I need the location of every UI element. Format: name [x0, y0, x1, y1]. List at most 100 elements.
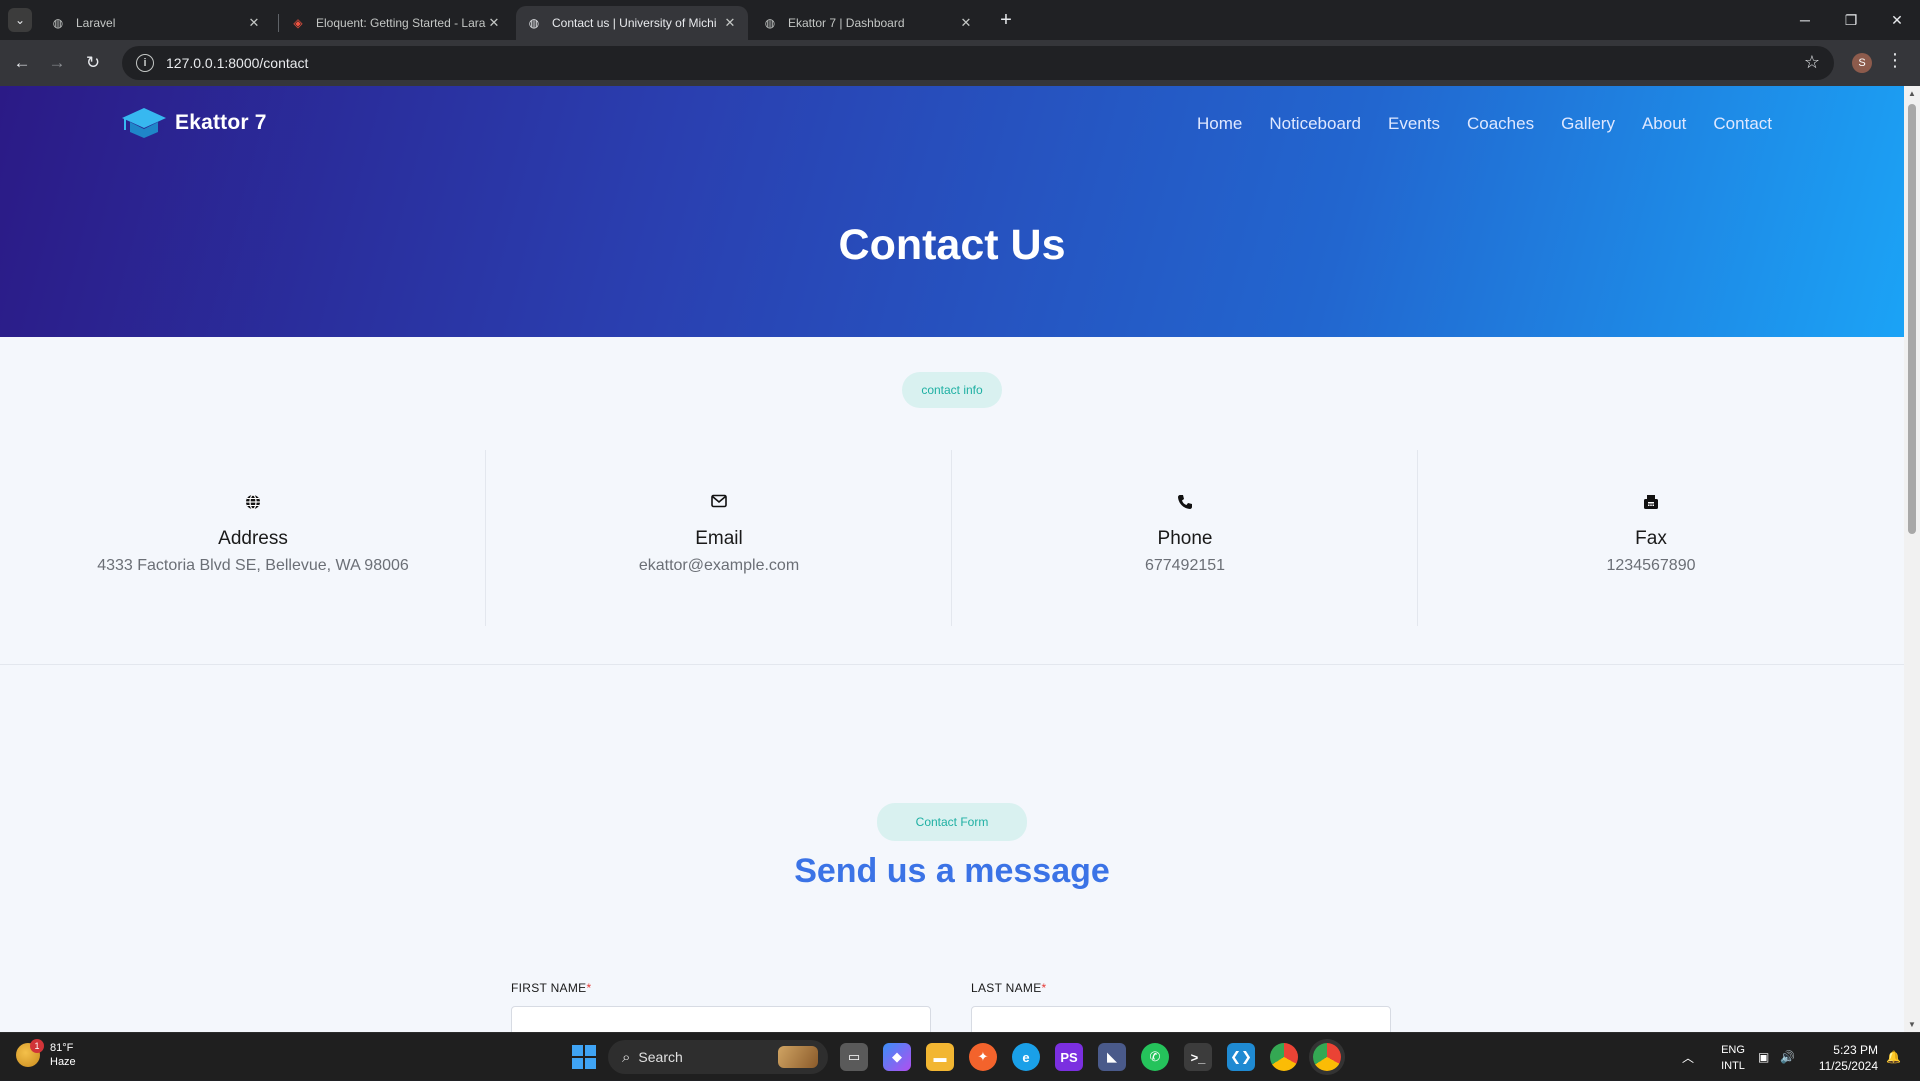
nav-events[interactable]: Events: [1388, 114, 1440, 134]
reload-button[interactable]: ↻: [78, 48, 108, 78]
notification-bell-icon[interactable]: 🔔: [1886, 1033, 1901, 1081]
terminal-icon[interactable]: >_: [1184, 1043, 1212, 1071]
contact-item-email: Email ekattor@example.com: [486, 450, 952, 626]
windows-start-icon[interactable]: [572, 1045, 596, 1069]
system-clock[interactable]: 5:23 PM 11/25/2024: [1808, 1042, 1878, 1074]
close-icon[interactable]: ✕: [958, 15, 974, 31]
dbeaver-icon[interactable]: ◣: [1098, 1043, 1126, 1071]
network-icon[interactable]: ▣: [1758, 1033, 1769, 1081]
contact-item-address: Address 4333 Factoria Blvd SE, Bellevue,…: [20, 450, 486, 626]
tab-title: Eloquent: Getting Started - Lara: [316, 16, 486, 30]
copilot-icon[interactable]: ◆: [883, 1043, 911, 1071]
nav-gallery[interactable]: Gallery: [1561, 114, 1615, 134]
postman-icon[interactable]: ✦: [969, 1043, 997, 1071]
weather-desc: Haze: [50, 1056, 76, 1068]
minimize-button[interactable]: ─: [1782, 0, 1828, 40]
close-icon[interactable]: ✕: [486, 15, 502, 31]
tab-ekattor-dashboard[interactable]: ◍ Ekattor 7 | Dashboard ✕: [752, 6, 984, 40]
contact-form-badge: Contact Form: [877, 803, 1027, 841]
notification-badge: 1: [30, 1039, 44, 1053]
tab-contact-us[interactable]: ◍ Contact us | University of Michi ✕: [516, 6, 748, 40]
nav-home[interactable]: Home: [1197, 114, 1242, 134]
laravel-logo-icon: ◈: [293, 16, 303, 30]
whatsapp-icon[interactable]: ✆: [1141, 1043, 1169, 1071]
close-icon[interactable]: ✕: [722, 15, 738, 31]
chrome-icon[interactable]: [1270, 1043, 1298, 1071]
nav-noticeboard[interactable]: Noticeboard: [1269, 114, 1361, 134]
section-divider: [0, 664, 1904, 665]
globe-icon: ◍: [764, 16, 776, 30]
column-divider: [485, 450, 486, 626]
bookmark-star-icon[interactable]: ☆: [1804, 52, 1820, 73]
contact-item-fax: Fax 1234567890: [1418, 450, 1884, 626]
contact-value: 4333 Factoria Blvd SE, Bellevue, WA 9800…: [97, 557, 409, 574]
site-info-icon[interactable]: i: [136, 54, 154, 72]
restore-button[interactable]: ❐: [1828, 0, 1874, 40]
lang-line1: ENG: [1721, 1044, 1745, 1056]
close-icon[interactable]: ✕: [246, 15, 262, 31]
contact-value: 1234567890: [1606, 557, 1696, 574]
last-name-label: LAST NAME*: [971, 981, 1046, 995]
scrollbar-thumb[interactable]: [1908, 104, 1916, 534]
weather-widget[interactable]: 1 81°F Haze: [16, 1039, 76, 1069]
task-view-icon[interactable]: ▭: [840, 1043, 868, 1071]
weather-temp: 81°F: [50, 1042, 74, 1054]
edge-icon[interactable]: e: [1012, 1043, 1040, 1071]
close-window-button[interactable]: ✕: [1874, 0, 1920, 40]
contact-info-badge: contact info: [902, 372, 1002, 408]
tab-eloquent[interactable]: ◈ Eloquent: Getting Started - Lara ✕: [280, 6, 512, 40]
globe-icon: ◍: [528, 16, 540, 30]
last-name-field[interactable]: [971, 1006, 1391, 1032]
tab-search-button[interactable]: ⌄: [8, 8, 32, 32]
taskbar-search[interactable]: ⌕ Search: [608, 1040, 828, 1074]
contact-label: Fax: [1635, 528, 1667, 549]
file-explorer-icon[interactable]: ▬: [926, 1043, 954, 1071]
browser-tab-strip: ⌄ ◍ Laravel ✕ ◈ Eloquent: Getting Starte…: [0, 0, 1920, 40]
language-indicator[interactable]: ENG INTL: [1716, 1042, 1750, 1074]
weather-icon: 1: [16, 1039, 44, 1067]
address-bar[interactable]: i 127.0.0.1:8000/contact ☆: [122, 46, 1834, 80]
column-divider: [1417, 450, 1418, 626]
scroll-up-icon[interactable]: ▲: [1908, 89, 1916, 98]
browser-toolbar: ← → ↻ i 127.0.0.1:8000/contact ☆ S ⋮: [0, 40, 1920, 86]
forward-button[interactable]: →: [42, 48, 72, 78]
required-mark: *: [1041, 981, 1047, 995]
url-text: 127.0.0.1:8000/contact: [166, 55, 309, 71]
phone-icon: [952, 494, 1418, 510]
scroll-down-icon[interactable]: ▼: [1908, 1020, 1916, 1029]
search-highlight-icon: [778, 1046, 818, 1068]
contact-label: Address: [218, 528, 288, 549]
page-scrollbar[interactable]: ▲ ▼: [1904, 86, 1920, 1032]
tab-title: Ekattor 7 | Dashboard: [788, 16, 905, 30]
vscode-icon[interactable]: ❮❯: [1227, 1043, 1255, 1071]
nav-contact[interactable]: Contact: [1713, 114, 1772, 134]
first-name-field[interactable]: [511, 1006, 931, 1032]
contact-value: 677492151: [1144, 557, 1226, 574]
chrome-active-icon[interactable]: [1313, 1043, 1341, 1071]
main-nav: Home Noticeboard Events Coaches Gallery …: [1170, 114, 1772, 134]
tab-laravel[interactable]: ◍ Laravel ✕: [40, 6, 272, 40]
site-logo[interactable]: Ekattor 7: [121, 106, 267, 140]
tray-chevron-icon[interactable]: ︿: [1682, 1033, 1694, 1081]
profile-avatar[interactable]: S: [1852, 53, 1872, 73]
page-viewport: Ekattor 7 Home Noticeboard Events Coache…: [0, 86, 1904, 1032]
graduation-cap-icon: [122, 108, 166, 138]
required-mark: *: [586, 981, 592, 995]
nav-coaches[interactable]: Coaches: [1467, 114, 1534, 134]
last-name-label-text: LAST NAME: [971, 981, 1042, 995]
fax-icon: [1418, 494, 1884, 510]
globe-icon: ◍: [52, 16, 64, 30]
search-placeholder: Search: [638, 1049, 683, 1065]
clock-time: 5:23 PM: [1833, 1043, 1878, 1057]
new-tab-button[interactable]: +: [992, 8, 1020, 32]
globe-icon: [20, 494, 486, 510]
tab-title: Contact us | University of Michi: [552, 16, 717, 30]
browser-menu-icon[interactable]: ⋮: [1886, 50, 1904, 71]
volume-icon[interactable]: 🔊: [1780, 1033, 1795, 1081]
back-button[interactable]: ←: [7, 48, 37, 78]
nav-about[interactable]: About: [1642, 114, 1686, 134]
logo-text: Ekattor 7: [175, 111, 267, 134]
contact-info-row: Address 4333 Factoria Blvd SE, Bellevue,…: [0, 450, 1904, 626]
envelope-icon: [486, 494, 952, 508]
phpstorm-icon[interactable]: PS: [1055, 1043, 1083, 1071]
